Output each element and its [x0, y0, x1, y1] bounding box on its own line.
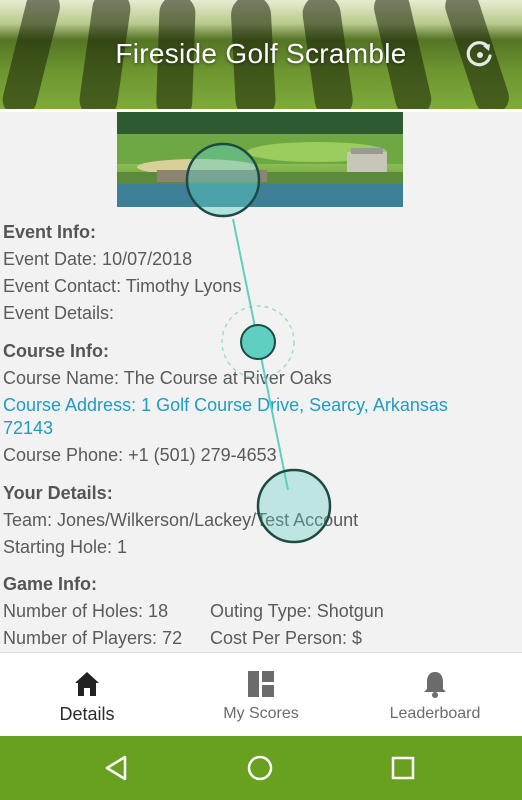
system-nav-bar: [0, 736, 522, 800]
game-info-heading: Game Info:: [3, 574, 98, 594]
bottom-tab-bar: Details My Scores Leaderboard: [0, 652, 522, 737]
number-of-holes: Number of Holes: 18: [3, 601, 169, 621]
tab-leaderboard[interactable]: Leaderboard: [348, 653, 522, 737]
event-contact: Event Contact: Timothy Lyons: [3, 276, 242, 296]
cost-per-person: Cost Per Person: $: [210, 628, 363, 648]
your-details-heading: Your Details:: [3, 483, 113, 503]
course-phone: Course Phone: +1 (501) 279-4653: [3, 445, 277, 465]
header-banner: Fireside Golf Scramble: [0, 0, 522, 109]
number-of-players: Number of Players: 72: [3, 628, 183, 648]
back-icon[interactable]: [101, 752, 133, 784]
course-address-link[interactable]: Course Address: 1 Golf Course Drive, Sea…: [3, 395, 448, 416]
page-title: Fireside Golf Scramble: [115, 38, 407, 69]
event-details: Event Details:: [3, 303, 115, 323]
tab-my-scores-label: My Scores: [223, 705, 299, 722]
course-scene: [117, 112, 403, 207]
course-image: [117, 112, 403, 207]
team-name: Team: Jones/Wilkerson/Lackey/Test Accoun…: [3, 510, 359, 530]
event-info-heading: Event Info:: [3, 222, 96, 242]
course-info-heading: Course Info:: [3, 341, 109, 361]
home-button-icon[interactable]: [244, 752, 276, 784]
home-icon: [75, 672, 99, 696]
course-address-link-zip[interactable]: 72143: [3, 418, 53, 439]
tab-details[interactable]: Details: [0, 653, 174, 737]
event-date: Event Date: 10/07/2018: [3, 249, 193, 269]
tab-leaderboard-label: Leaderboard: [389, 705, 481, 722]
bell-icon: [424, 672, 446, 698]
starting-hole: Starting Hole: 1: [3, 537, 128, 557]
recents-icon[interactable]: [387, 752, 419, 784]
refresh-icon[interactable]: [464, 38, 496, 70]
tab-my-scores[interactable]: My Scores: [174, 653, 348, 737]
course-name: Course Name: The Course at River Oaks: [3, 368, 332, 388]
tab-details-label: Details: [59, 704, 115, 724]
outing-type: Outing Type: Shotgun: [210, 601, 384, 621]
grid-icon: [248, 671, 274, 697]
